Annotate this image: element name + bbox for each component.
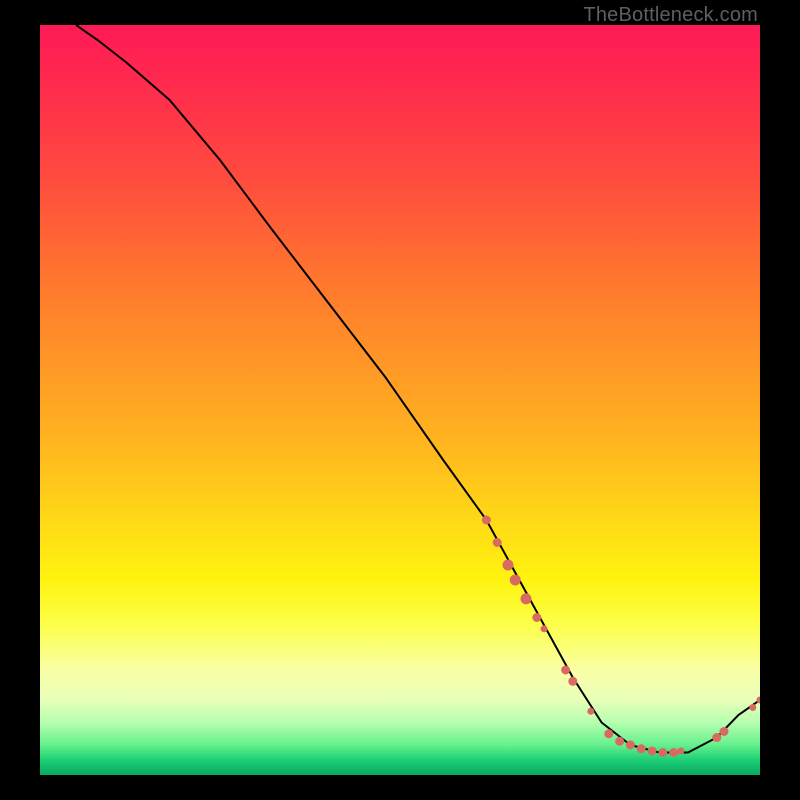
chart-container: TheBottleneck.com: [0, 0, 800, 800]
marker-group: [482, 516, 760, 757]
data-marker: [588, 708, 594, 714]
data-marker: [503, 560, 513, 570]
data-marker: [648, 747, 656, 755]
data-marker: [670, 749, 678, 757]
data-marker: [605, 730, 613, 738]
data-marker: [533, 614, 541, 622]
data-marker: [720, 728, 728, 736]
data-marker: [713, 734, 721, 742]
plot-area: [40, 25, 760, 775]
data-marker: [482, 516, 490, 524]
data-marker: [510, 575, 520, 585]
data-marker: [626, 741, 634, 749]
data-marker: [659, 749, 667, 757]
data-marker: [521, 594, 531, 604]
data-marker: [678, 748, 684, 754]
watermark-text: TheBottleneck.com: [583, 4, 758, 27]
data-marker: [616, 737, 624, 745]
data-marker: [562, 666, 570, 674]
bottleneck-curve-line: [76, 25, 760, 753]
data-marker: [757, 697, 760, 703]
data-marker: [750, 705, 756, 711]
data-marker: [493, 539, 501, 547]
data-marker: [569, 677, 577, 685]
curve-svg: [40, 25, 760, 775]
data-marker: [637, 745, 645, 753]
data-marker: [541, 626, 547, 632]
